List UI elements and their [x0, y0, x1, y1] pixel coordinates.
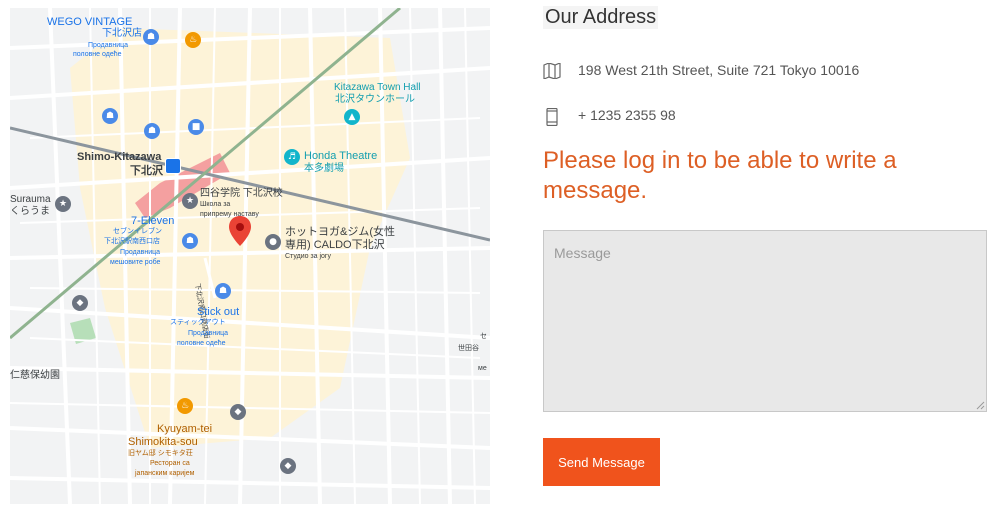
map-label: припрему наставу: [200, 211, 259, 218]
shopping-bag-icon[interactable]: ☗: [215, 283, 231, 299]
map-label: половне одеће: [177, 340, 226, 347]
map-label: 北沢タウンホール: [335, 94, 415, 105]
location-marker-icon[interactable]: ●: [265, 234, 281, 250]
map-label: мешовите робе: [110, 259, 161, 266]
map-label: 下北沢店: [102, 28, 142, 39]
map-label: WEGO VINTAGE: [47, 16, 133, 28]
map-label: Surauma: [10, 194, 51, 205]
place-icon[interactable]: ◆: [280, 458, 296, 474]
map-label: 7-Eleven: [131, 215, 175, 227]
train-station-icon[interactable]: [165, 158, 181, 174]
send-message-button[interactable]: Send Message: [543, 438, 660, 486]
map-label: Студио за јогу: [285, 253, 331, 260]
map-label: 下北沢: [130, 165, 163, 177]
phone-icon: [546, 108, 558, 126]
map-label: 専用) CALDO下北沢: [285, 239, 385, 251]
map-label: Ресторан са: [150, 460, 190, 467]
map-label: 下北沢駅南西口店: [104, 238, 160, 245]
map-label: 本多劇場: [304, 163, 344, 174]
location-map[interactable]: ☗ ♨ ☗ ☗ ■ ▲ ♬ ★ ★ ☗ ● ◆ ☗ ♨ ◆ ◆ WEGO VIN…: [10, 8, 490, 504]
map-label: Shimo-Kitazawa: [77, 151, 162, 163]
school-icon[interactable]: ★: [182, 193, 198, 209]
map-label: ме: [478, 365, 487, 372]
resize-handle-icon[interactable]: [976, 401, 985, 410]
map-label: половне одеће: [73, 51, 122, 58]
map-label: јапанским каријем: [135, 470, 195, 477]
map-icon: [543, 63, 561, 79]
shopping-bag-icon[interactable]: ☗: [143, 29, 159, 45]
map-label: Kyuyam-tei: [157, 423, 213, 435]
shopping-bag-icon[interactable]: ☗: [102, 108, 118, 124]
building-icon[interactable]: ▲: [344, 109, 360, 125]
school-icon[interactable]: ★: [55, 196, 71, 212]
message-textarea[interactable]: [543, 230, 987, 412]
map-label: Honda Theatre: [304, 150, 378, 162]
map-label: 四谷学院 下北沢校: [200, 188, 283, 199]
map-label: Продавница: [120, 249, 161, 256]
place-icon[interactable]: ◆: [230, 404, 246, 420]
restaurant-icon[interactable]: ♨: [185, 32, 201, 48]
phone-text: + 1235 2355 98: [578, 107, 676, 123]
login-required-message: Please log in to be able to write a mess…: [543, 147, 897, 204]
map-label: 仁慈保幼園: [10, 370, 60, 381]
map-label: Школа за: [200, 201, 231, 208]
bus-icon[interactable]: ■: [188, 119, 204, 135]
shopping-bag-icon[interactable]: ☗: [182, 233, 198, 249]
theatre-icon[interactable]: ♬: [284, 149, 300, 165]
map-label: 旧ヤム邸 シモキタ荘: [128, 450, 193, 457]
map-label: Продавница: [188, 330, 229, 337]
place-icon[interactable]: ◆: [72, 295, 88, 311]
map-label: スティックアウト: [170, 319, 226, 326]
restaurant-icon[interactable]: ♨: [177, 398, 193, 414]
map-pin-icon[interactable]: [229, 216, 251, 246]
map-label: Shimokita-sou: [128, 436, 198, 448]
address-text: 198 West 21th Street, Suite 721 Tokyo 10…: [578, 62, 860, 78]
map-label: Kitazawa Town Hall: [334, 82, 421, 93]
map-label: くらうま: [10, 206, 50, 217]
map-label: Stick out: [197, 306, 240, 318]
map-label: Продавница: [88, 42, 129, 49]
address-heading: Our Address: [543, 6, 659, 29]
map-label: セブンイレブン: [113, 228, 162, 235]
map-label: セ: [480, 333, 487, 340]
map-label: ホットヨガ&ジム(女性: [285, 226, 395, 238]
shopping-bag-icon[interactable]: ☗: [144, 123, 160, 139]
map-label: 世田谷: [458, 345, 479, 352]
